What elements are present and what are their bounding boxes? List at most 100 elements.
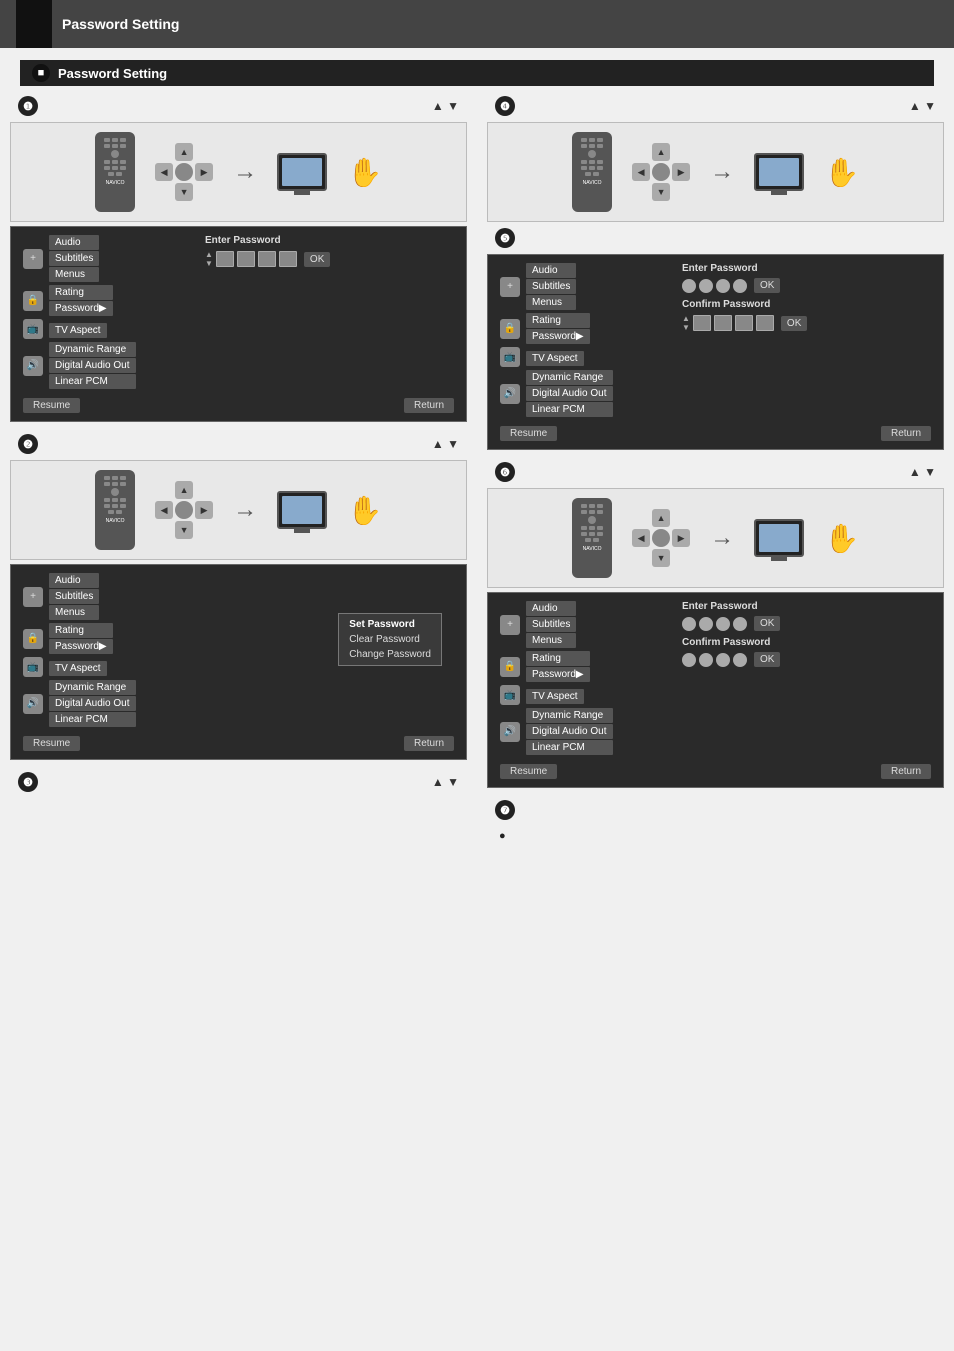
resume-btn-2[interactable]: Resume [23,736,80,751]
step4-dpad: ▲ ◀ ▶ ▼ [632,143,690,201]
return-btn-3[interactable]: Return [881,426,931,441]
step1-dpad: ▲ ◀ ▶ ▼ [155,143,213,201]
step6-block: ❻ ▲ ▼ NAVICO ▲ ◀ [487,460,944,788]
menu-rating: Rating [49,285,113,300]
ok-btn-1[interactable]: OK [304,252,330,267]
step4-num: ❹ [495,96,515,116]
main-content: ❶ ▲ ▼ NAVICO ▲ ◀ [0,94,954,846]
step1-arrows: ▲ ▼ [432,99,459,113]
submenu-change-password[interactable]: Change Password [349,648,431,661]
step4-header: ❹ ▲ ▼ [487,94,944,118]
step1-diagram: NAVICO ▲ ◀ ▶ ▼ → 🤚 [10,122,467,222]
step6-dpad: ▲ ◀ ▶ ▼ [632,509,690,567]
enter-password-label: Enter Password [205,235,454,246]
step2-remote: NAVICO [95,470,135,550]
menu2-icon-lock: 🔒 [23,629,43,649]
step2-diagram: NAVICO ▲ ◀ ▶ ▼ → 🤚 [10,460,467,560]
resume-btn-1[interactable]: Resume [23,398,80,413]
step4-remote: NAVICO [572,132,612,212]
step4-monitor [754,153,804,191]
section-dot: ■ [32,64,50,82]
step1-hand: 🤚 [347,156,382,189]
step2-arrow: → [233,496,257,524]
step4-block: ❹ ▲ ▼ NAVICO ▲ ◀ [487,94,944,450]
section-label-bar: ■ Password Setting [20,60,934,86]
step4-arrows: ▲ ▼ [909,99,936,113]
step6-hand: 🤚 [824,522,859,555]
submenu-clear-password[interactable]: Clear Password [349,633,431,646]
resume-btn-4[interactable]: Resume [500,764,557,779]
step3-arrows: ▲ ▼ [432,775,459,789]
step6-monitor [754,519,804,557]
submenu-popup: Set Password Clear Password Change Passw… [338,613,442,666]
menu-tv-aspect: TV Aspect [49,323,107,338]
step6-diagram: NAVICO ▲ ◀ ▶ ▼ → 🤚 [487,488,944,588]
menu3-password: Password▶ [526,329,590,344]
enter-password-label-3: Enter Password [682,601,931,612]
enter-password-panel: Enter Password OK [682,263,931,293]
menu4-icon-tv: 📺 [500,685,520,705]
return-btn-2[interactable]: Return [404,736,454,751]
step1-num: ❶ [18,96,38,116]
menu2-dynamic-range: Dynamic Range [49,680,136,695]
menu2-icon-plus: + [23,587,43,607]
menu4-tv-aspect: TV Aspect [526,689,584,704]
step1-block: ❶ ▲ ▼ NAVICO ▲ ◀ [10,94,467,422]
step6-menu-screen: + Audio Subtitles Menus 🔒 Rating [487,592,944,788]
right-column: ❹ ▲ ▼ NAVICO ▲ ◀ [477,94,944,846]
step5-num: ❺ [495,228,515,248]
resume-btn-3[interactable]: Resume [500,426,557,441]
step7-num: ❼ [495,800,515,820]
menu2-icon-tv: 📺 [23,657,43,677]
step1-arrow: → [233,158,257,186]
header-bar: Password Setting [0,0,954,48]
step4-hand: 🤚 [824,156,859,189]
step2-monitor [277,491,327,529]
confirm-password-panel: Confirm Password ▲ ▼ OK [682,299,931,332]
menu-audio: Audio [49,235,99,250]
header-accent [16,0,52,48]
ok-btn-4[interactable]: OK [754,616,780,631]
menu3-subtitles: Subtitles [526,279,576,294]
menu-menus: Menus [49,267,99,282]
menu4-linear-pcm: Linear PCM [526,740,613,755]
menu-password: Password▶ [49,301,113,316]
enter-password-label-2: Enter Password [682,263,931,274]
return-btn-4[interactable]: Return [881,764,931,779]
step2-num: ❷ [18,434,38,454]
step2-dpad: ▲ ◀ ▶ ▼ [155,481,213,539]
step6-arrow: → [710,524,734,552]
step2-arrows: ▲ ▼ [432,437,459,451]
step2-header: ❷ ▲ ▼ [10,432,467,456]
step1-monitor [277,153,327,191]
menu4-icon-audio: 🔊 [500,722,520,742]
menu4-dynamic-range: Dynamic Range [526,708,613,723]
menu3-digital-audio: Digital Audio Out [526,386,613,401]
header-title: Password Setting [62,16,179,32]
confirm-password-panel-2: Confirm Password OK [682,637,931,667]
menu2-audio: Audio [49,573,99,588]
menu2-subtitles: Subtitles [49,589,99,604]
menu3-rating: Rating [526,313,590,328]
menu2-tv-aspect: TV Aspect [49,661,107,676]
menu4-menus: Menus [526,633,576,648]
step5-label: ❺ [487,226,944,250]
menu-linear-pcm: Linear PCM [49,374,136,389]
menu3-audio: Audio [526,263,576,278]
menu3-dynamic-range: Dynamic Range [526,370,613,385]
return-btn-1[interactable]: Return [404,398,454,413]
enter-password-panel-2: Enter Password OK [682,601,931,631]
step3-header: ❸ ▲ ▼ [10,770,467,794]
menu-icon-lock: 🔒 [23,291,43,311]
step6-arrows: ▲ ▼ [909,465,936,479]
menu2-menus: Menus [49,605,99,620]
menu4-subtitles: Subtitles [526,617,576,632]
confirm-password-label: Confirm Password [682,299,931,310]
submenu-set-password[interactable]: Set Password [349,618,431,631]
ok-btn-2[interactable]: OK [754,278,780,293]
menu-digital-audio: Digital Audio Out [49,358,136,373]
menu2-linear-pcm: Linear PCM [49,712,136,727]
menu3-tv-aspect: TV Aspect [526,351,584,366]
ok-btn-5[interactable]: OK [754,652,780,667]
ok-btn-3[interactable]: OK [781,316,807,331]
